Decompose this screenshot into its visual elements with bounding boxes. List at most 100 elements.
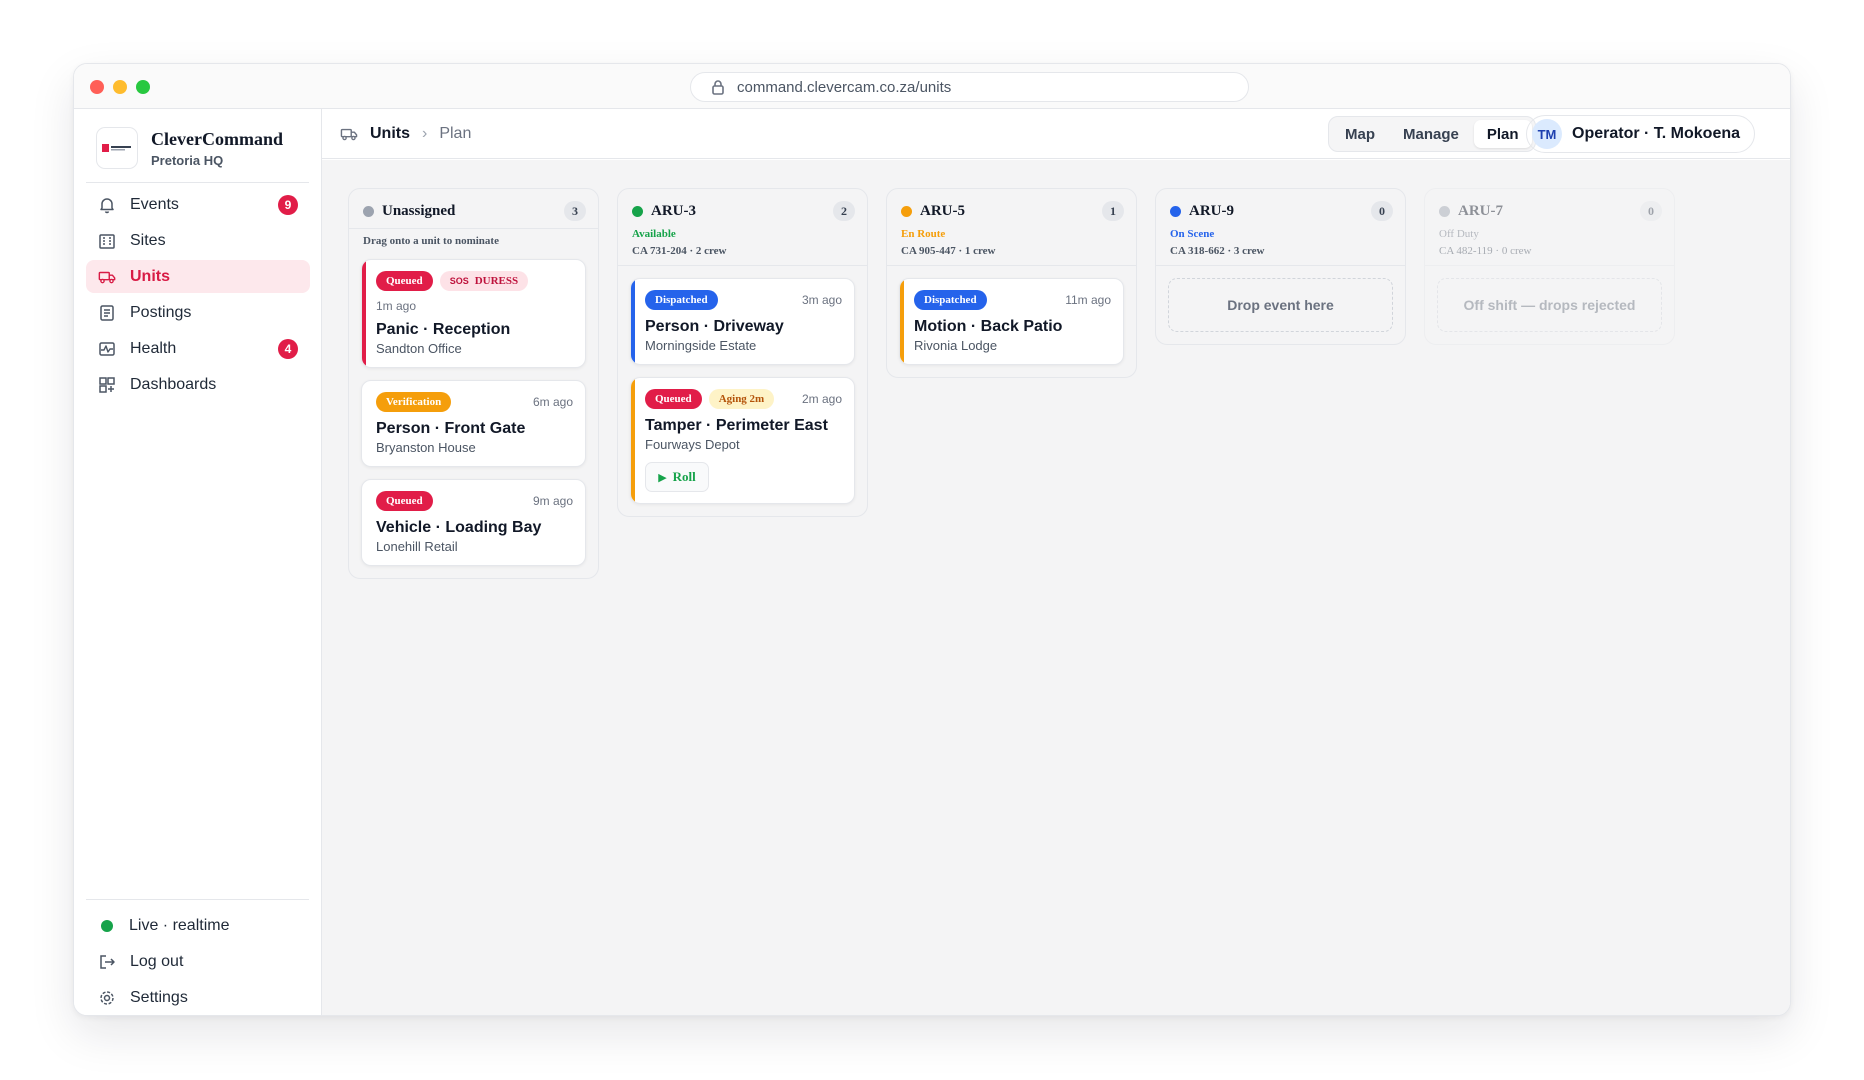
breadcrumb-plan: Plan [439,125,472,142]
roll-button[interactable]: ▶ Roll [645,462,709,492]
card-time: 11m ago [1065,293,1111,307]
column-status-dot [363,206,374,217]
chevron-right-icon: › [422,125,428,142]
unit-state: On Scene [1170,228,1215,240]
column-count-badge: 1 [1102,201,1124,221]
browser-window: command.clevercam.co.za/units CleverComm… [73,63,1791,1016]
breadcrumb: Units › Plan [340,125,471,143]
brand-subtitle: Pretoria HQ [151,152,224,168]
tab-plan[interactable]: Plan [1473,120,1532,148]
card-site: Morningside Estate [645,338,757,353]
card-title: Panic · Reception [376,321,511,338]
column-count-badge: 3 [564,201,586,221]
event-card[interactable]: Dispatched 3m ago Person · Driveway Morn… [630,278,855,365]
column-status-dot [1170,206,1181,217]
unit-state: Off Duty [1439,228,1479,240]
top-header: Units › Plan Map Manage Plan TM Operator… [322,109,1790,159]
column-title: ARU-5 [920,203,965,219]
column-unassigned: Unassigned 3 Drag onto a unit to nominat… [348,188,599,579]
brand-logo [96,127,138,169]
truck-icon [340,125,358,143]
close-window-dot[interactable] [90,80,104,94]
card-time: 3m ago [801,293,842,307]
live-status-label: Live · realtime [129,916,230,934]
building-icon [98,232,116,250]
card-time: 9m ago [532,494,573,508]
card-time: 6m ago [532,395,573,409]
user-name: Operator · T. Mokoena [1572,125,1741,142]
unit-state: Available [632,228,676,240]
plan-board: Unassigned 3 Drag onto a unit to nominat… [322,160,1790,1015]
breadcrumb-units[interactable]: Units [370,125,410,143]
column-status-dot [901,206,912,217]
sidebar-item-sites[interactable]: Sites [86,224,310,257]
column-title: Unassigned [382,203,456,219]
lock-icon [709,78,727,96]
sidebar-item-postings[interactable]: Postings [86,296,310,329]
live-indicator-dot [101,919,113,932]
live-status: Live · realtime [86,909,310,942]
duress-badge: SOS DURESS [439,271,529,291]
column-count-badge: 0 [1640,201,1662,221]
unit-meta: CA 905-447 · 1 crew [901,245,996,257]
minimize-window-dot[interactable] [113,80,127,94]
card-site: Bryanston House [376,440,476,455]
tab-manage[interactable]: Manage [1390,120,1472,148]
maximize-window-dot[interactable] [136,80,150,94]
card-site: Sandton Office [376,341,462,356]
card-title: Person · Front Gate [376,420,526,437]
column-divider [1425,265,1674,266]
card-title: Tamper · Perimeter East [645,417,828,434]
settings-button[interactable]: Settings [86,981,310,1014]
sidebar-item-health[interactable]: Health 4 [86,332,310,365]
gear-icon [98,989,116,1007]
card-title: Motion · Back Patio [914,318,1063,335]
status-badge: Dispatched [645,290,718,310]
status-badge: Queued [376,491,433,511]
column-title: ARU-9 [1189,203,1234,219]
card-site: Lonehill Retail [376,539,458,554]
bell-icon [98,196,116,214]
sidebar-nav: Events 9 Sites Units Postings Health 4 D… [86,188,310,404]
sidebar-item-events[interactable]: Events 9 [86,188,310,221]
event-card[interactable]: Queued 9m ago Vehicle · Loading Bay Lone… [361,479,586,566]
tab-map[interactable]: Map [1332,120,1388,148]
column-divider [1156,265,1405,266]
event-card[interactable]: Queued Aging 2m 2m ago Tamper · Perimete… [630,377,855,504]
card-time: 2m ago [801,392,842,406]
sidebar-item-label: Sites [130,231,166,249]
user-menu[interactable]: TM Operator · T. Mokoena [1526,115,1756,153]
status-badge: Dispatched [914,290,987,310]
sidebar-item-label: Postings [130,303,192,321]
avatar: TM [1532,119,1562,149]
logout-label: Log out [130,952,184,970]
card-accent [631,279,635,364]
sidebar: CleverCommand Pretoria HQ Events 9 Sites… [74,109,322,1015]
brand-name: CleverCommand [151,128,283,149]
card-accent [362,260,366,367]
aging-badge: Aging 2m [708,389,775,409]
event-card[interactable]: Queued SOS DURESS 1m ago Panic · Recepti… [361,259,586,368]
unit-state: En Route [901,228,946,240]
card-title: Person · Driveway [645,318,784,335]
unit-meta: CA 482-119 · 0 crew [1439,245,1532,257]
pulse-icon [98,340,116,358]
address-bar[interactable]: command.clevercam.co.za/units [690,72,1249,102]
event-card[interactable]: Dispatched 11m ago Motion · Back Patio R… [899,278,1124,365]
drop-zone-disabled: Off shift — drops rejected [1437,278,1662,332]
unit-meta: CA 731-204 · 2 crew [632,245,727,257]
status-badge: Queued [376,271,433,291]
sidebar-divider [86,182,309,183]
column-count-badge: 2 [833,201,855,221]
sidebar-item-label: Events [130,195,179,213]
events-count-badge: 9 [278,195,298,215]
card-time: 1m ago [376,299,417,313]
truck-icon [98,268,116,286]
event-card[interactable]: Verification 6m ago Person · Front Gate … [361,380,586,467]
drop-zone[interactable]: Drop event here [1168,278,1393,332]
column-count-badge: 0 [1371,201,1393,221]
logout-button[interactable]: Log out [86,945,310,978]
grid-icon [98,376,116,394]
sidebar-item-dashboards[interactable]: Dashboards [86,368,310,401]
sidebar-item-units[interactable]: Units [86,260,310,293]
